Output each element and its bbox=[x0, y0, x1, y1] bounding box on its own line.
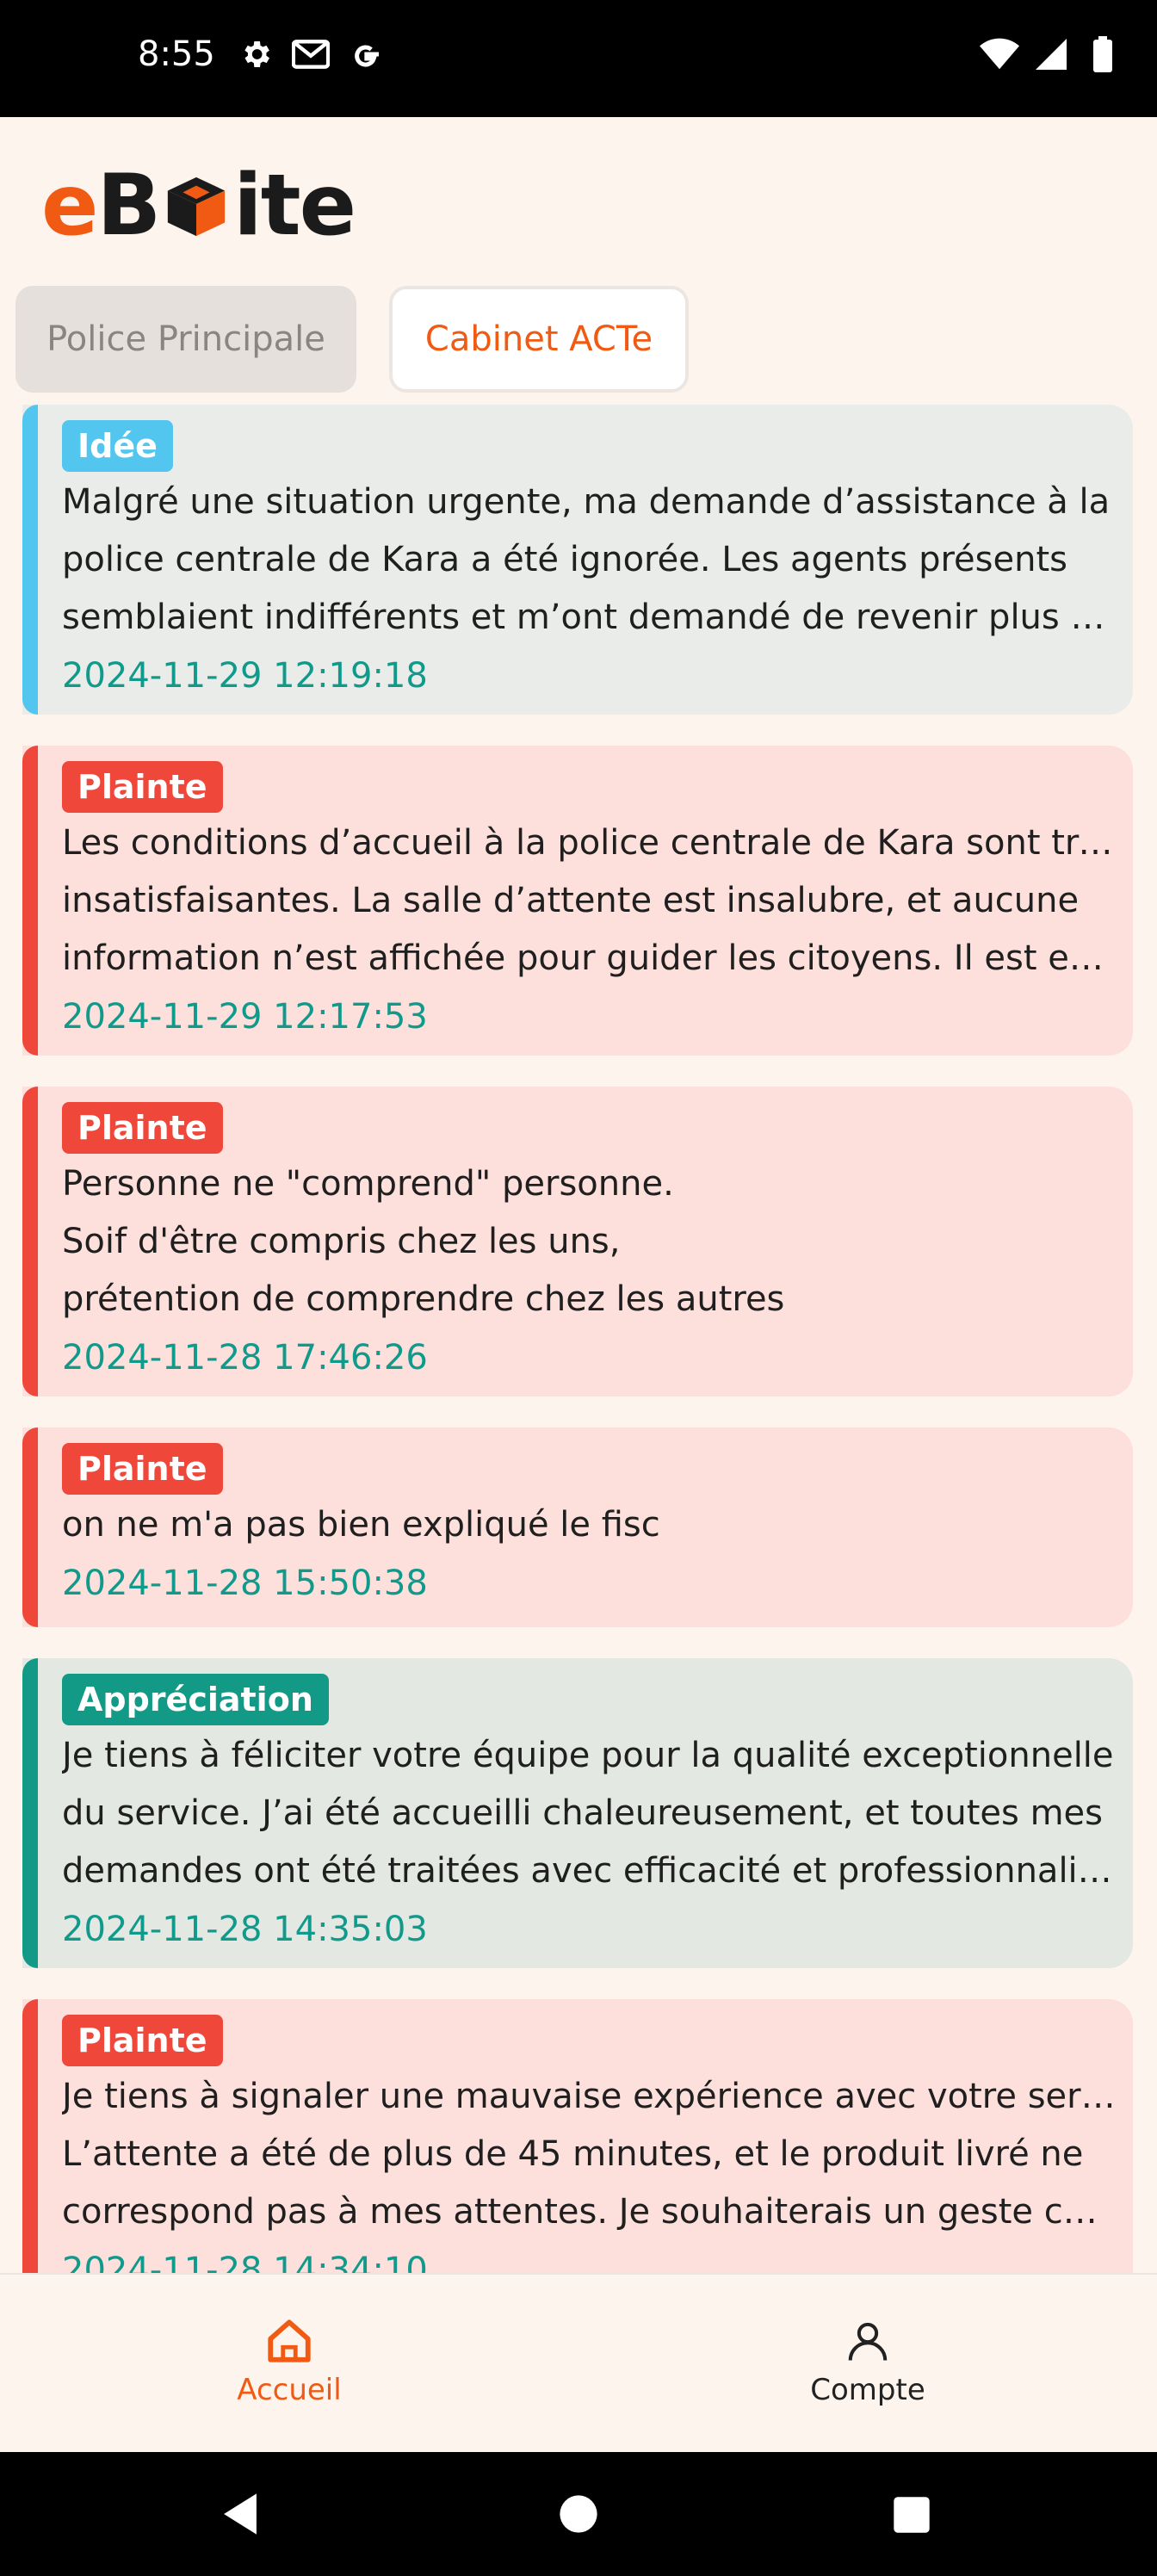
tab-cabinet-acte[interactable]: Cabinet ACTe bbox=[389, 286, 689, 393]
card-accent-bar bbox=[22, 1427, 38, 1627]
wifi-icon bbox=[980, 34, 1019, 74]
card-date: 2024-11-28 14:35:03 bbox=[62, 1910, 428, 1949]
status-time: 8:55 bbox=[138, 34, 215, 74]
recents-icon[interactable] bbox=[892, 2495, 931, 2535]
card-accent-bar bbox=[22, 746, 38, 1056]
card-text-line: prétention de comprendre chez les autres bbox=[62, 1279, 785, 1319]
gmail-icon bbox=[291, 34, 331, 74]
feedback-card[interactable]: Idée Malgré une situation urgente, ma de… bbox=[22, 405, 1133, 715]
card-text-line: Je tiens à signaler une mauvaise expérie… bbox=[62, 2077, 1116, 2116]
nav-compte[interactable]: Compte bbox=[739, 2318, 997, 2407]
card-text-line: Soif d'être compris chez les uns, bbox=[62, 1222, 621, 1261]
card-text-line: Personne ne "comprend" personne. bbox=[62, 1164, 674, 1204]
card-text-line: L’attente a été de plus de 45 minutes, e… bbox=[62, 2134, 1084, 2174]
type-badge: Plainte bbox=[62, 1443, 223, 1495]
nav-accueil[interactable]: Accueil bbox=[160, 2318, 418, 2407]
card-date: 2024-11-28 15:50:38 bbox=[62, 1564, 428, 1603]
feedback-card[interactable]: Plainte Personne ne "comprend" personne.… bbox=[22, 1087, 1133, 1396]
card-date: 2024-11-29 12:17:53 bbox=[62, 997, 428, 1037]
card-text-line: insatisfaisantes. La salle d’attente est… bbox=[62, 881, 1080, 920]
card-date: 2024-11-28 14:34:10 bbox=[62, 2251, 428, 2273]
card-accent-bar bbox=[22, 1658, 38, 1968]
feedback-card[interactable]: Plainte Les conditions d’accueil à la po… bbox=[22, 746, 1133, 1056]
nav-compte-label: Compte bbox=[810, 2373, 925, 2407]
logo-suffix: ite bbox=[233, 157, 356, 255]
home-circle-icon[interactable] bbox=[558, 2493, 599, 2535]
home-icon bbox=[268, 2319, 311, 2362]
type-badge: Plainte bbox=[62, 761, 223, 813]
feedback-card[interactable]: Plainte Je tiens à signaler une mauvaise… bbox=[22, 1999, 1133, 2273]
card-text-line: information n’est affichée pour guider l… bbox=[62, 938, 1116, 978]
card-accent-bar bbox=[22, 1999, 38, 2273]
card-text-line: semblaient indifférents et m’ont demandé… bbox=[62, 598, 1116, 637]
card-text-line: on ne m'a pas bien expliqué le fisc bbox=[62, 1505, 660, 1545]
status-bar: 8:55 bbox=[0, 0, 1157, 117]
card-text-line: correspond pas à mes attentes. Je souhai… bbox=[62, 2192, 1116, 2232]
type-badge: Appréciation bbox=[62, 1674, 329, 1725]
card-date: 2024-11-29 12:19:18 bbox=[62, 656, 428, 696]
app-logo: eB ite bbox=[41, 157, 356, 255]
nav-accueil-label: Accueil bbox=[237, 2373, 342, 2407]
back-icon[interactable] bbox=[219, 2492, 262, 2536]
feedback-list[interactable]: Idée Malgré une situation urgente, ma de… bbox=[0, 405, 1157, 2273]
type-badge: Plainte bbox=[62, 2015, 223, 2066]
card-text-line: demandes ont été traitées avec efficacit… bbox=[62, 1851, 1116, 1891]
tab-police-principale[interactable]: Police Principale bbox=[15, 286, 356, 393]
card-text-line: Les conditions d’accueil à la police cen… bbox=[62, 823, 1116, 863]
settings-icon bbox=[236, 34, 275, 74]
type-badge: Idée bbox=[62, 420, 173, 472]
feedback-card[interactable]: Plainte on ne m'a pas bien expliqué le f… bbox=[22, 1427, 1133, 1627]
system-nav-bar bbox=[0, 2452, 1157, 2576]
card-accent-bar bbox=[22, 405, 38, 715]
logo-box-icon bbox=[168, 176, 226, 237]
google-icon bbox=[346, 34, 386, 74]
battery-icon bbox=[1083, 34, 1123, 74]
card-date: 2024-11-28 17:46:26 bbox=[62, 1338, 428, 1378]
type-badge: Plainte bbox=[62, 1102, 223, 1154]
card-text-line: Je tiens à féliciter votre équipe pour l… bbox=[62, 1736, 1114, 1775]
user-icon bbox=[848, 2322, 888, 2361]
card-text-line: du service. J’ai été accueilli chaleureu… bbox=[62, 1793, 1103, 1833]
bottom-nav: Accueil Compte bbox=[0, 2273, 1157, 2454]
card-text-line: police centrale de Kara a été ignorée. L… bbox=[62, 540, 1067, 579]
logo-prefix: e bbox=[41, 157, 98, 255]
card-accent-bar bbox=[22, 1087, 38, 1396]
card-text-line: Malgré une situation urgente, ma demande… bbox=[62, 482, 1111, 522]
feedback-card[interactable]: Appréciation Je tiens à féliciter votre … bbox=[22, 1658, 1133, 1968]
logo-b: B bbox=[96, 157, 161, 255]
signal-icon bbox=[1031, 34, 1071, 74]
